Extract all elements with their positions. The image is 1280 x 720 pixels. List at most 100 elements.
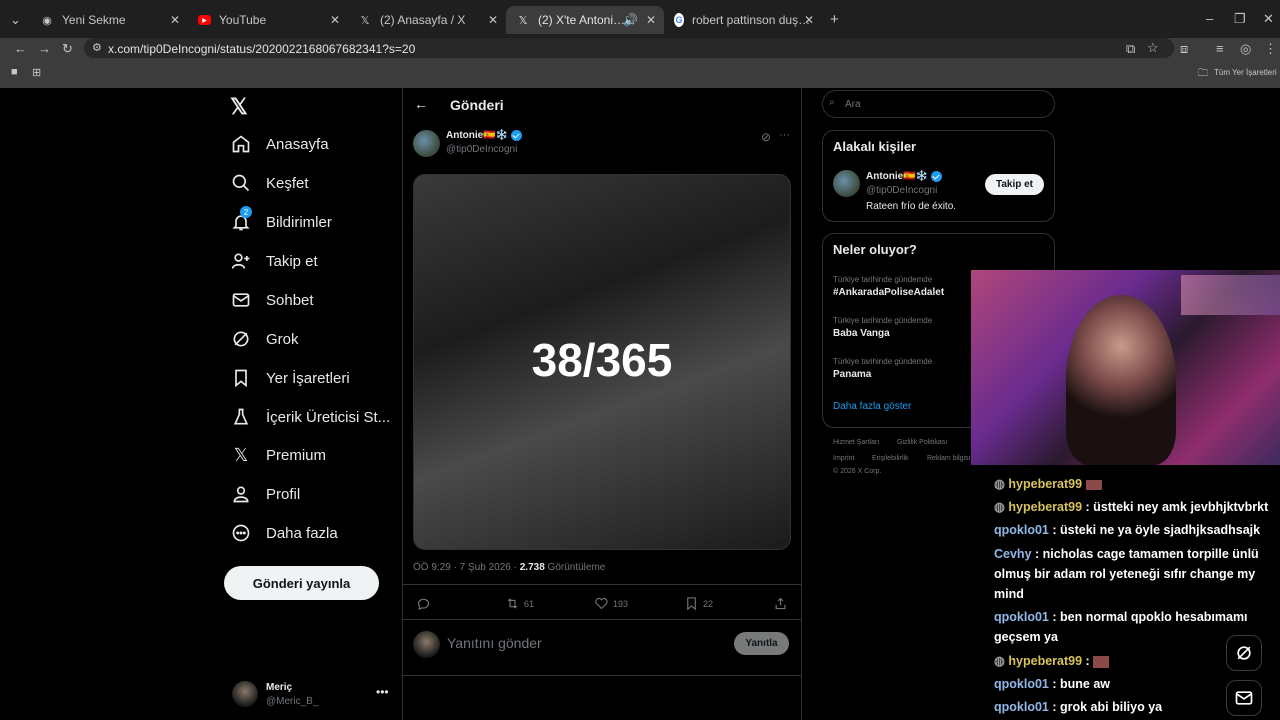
- reply-icon: [417, 598, 430, 611]
- footer-link[interactable]: Imprint: [833, 455, 854, 462]
- grok-explain-icon[interactable]: ⊘: [761, 130, 771, 144]
- messages-floating-button[interactable]: [1226, 680, 1262, 716]
- apps-grid-icon[interactable]: ⊞: [32, 66, 41, 79]
- post-more-icon[interactable]: ···: [779, 129, 790, 141]
- nav-chat[interactable]: Sohbet: [230, 285, 314, 315]
- nav-label: Yer İşaretleri: [266, 369, 350, 387]
- install-app-icon[interactable]: ⧉: [1126, 41, 1135, 57]
- related-avatar[interactable]: [833, 170, 860, 197]
- nav-follow[interactable]: Takip et: [230, 246, 318, 276]
- streamer-figure: [1066, 295, 1176, 465]
- x-logo-icon[interactable]: 𝕏: [230, 94, 248, 120]
- background-shelf: [1181, 275, 1280, 315]
- nav-notifications[interactable]: 2 Bildirimler: [230, 206, 332, 237]
- author-avatar[interactable]: [413, 130, 440, 157]
- extensions-icon[interactable]: ⧈: [1180, 41, 1188, 57]
- forward-icon[interactable]: →: [38, 41, 51, 56]
- all-bookmarks-button[interactable]: Tüm Yer İşaretleri: [1214, 68, 1277, 77]
- bookmark-action[interactable]: 22: [684, 596, 713, 611]
- post-time[interactable]: ÖÖ 9:29 · 7 Şub 2026 ·: [413, 562, 517, 573]
- grok-icon: [1237, 646, 1251, 660]
- nav-premium[interactable]: 𝕏 Premium: [230, 440, 326, 470]
- back-arrow-icon[interactable]: ←: [414, 96, 428, 112]
- nav-grok[interactable]: Grok: [230, 324, 299, 354]
- nav-label: Anasayfa: [266, 135, 329, 153]
- share-action[interactable]: [773, 596, 792, 611]
- chat-badge-icon: ◍: [994, 500, 1005, 514]
- mail-icon: [1235, 691, 1253, 705]
- url-text[interactable]: x.com/tip0DeIncogni/status/2020022168067…: [108, 42, 415, 56]
- x-logo-icon: 𝕏: [233, 444, 249, 465]
- maximize-icon[interactable]: ❐: [1234, 11, 1246, 27]
- x-logo-icon: 𝕏: [518, 14, 528, 27]
- profile-icon[interactable]: ◎: [1240, 41, 1251, 57]
- account-switcher[interactable]: [232, 681, 258, 707]
- tab-search-chevron-icon[interactable]: ⌄: [10, 12, 21, 28]
- speaker-icon[interactable]: 🔊: [623, 13, 638, 27]
- bookmark-star-icon[interactable]: ☆: [1147, 40, 1159, 56]
- close-tab-icon[interactable]: ✕: [488, 13, 498, 27]
- footer-link[interactable]: Hizmet Şartları: [833, 439, 879, 446]
- minimize-icon[interactable]: –: [1206, 11, 1213, 26]
- reload-icon[interactable]: ↻: [62, 41, 73, 57]
- sidebar-toggle-icon[interactable]: ■: [11, 66, 18, 78]
- tab-yeni-sekme[interactable]: ◉ Yeni Sekme ✕: [30, 6, 188, 34]
- post-video[interactable]: 38/365: [413, 174, 791, 550]
- nav-profile[interactable]: Profil: [230, 479, 300, 509]
- related-name-row[interactable]: Antonie🇪🇸❄️: [866, 171, 943, 182]
- author-handle[interactable]: @tip0DeIncogni: [446, 144, 517, 155]
- author-name-row[interactable]: Antonie🇪🇸❄️: [446, 130, 523, 141]
- nav-bookmarks[interactable]: Yer İşaretleri: [230, 363, 350, 393]
- chat-username: qpoklo01: [994, 523, 1049, 537]
- share-icon: [775, 597, 786, 610]
- account-menu-icon[interactable]: •••: [376, 685, 389, 699]
- trend-item[interactable]: Baba Vanga: [833, 328, 890, 339]
- new-tab-icon[interactable]: +: [830, 11, 839, 28]
- tab-youtube[interactable]: ▶ YouTube ✕: [188, 6, 348, 34]
- tab-google-search[interactable]: G robert pattinson duş almıyor - G ✕: [664, 6, 822, 34]
- tab-x-home[interactable]: 𝕏 (2) Anasayfa / X ✕: [348, 6, 506, 34]
- reply-action[interactable]: [416, 596, 435, 611]
- like-action[interactable]: 193: [594, 596, 628, 611]
- grok-floating-button[interactable]: [1226, 635, 1262, 671]
- close-tab-icon[interactable]: ✕: [330, 13, 340, 27]
- chat-username: qpoklo01: [994, 700, 1049, 714]
- nav-explore[interactable]: Keşfet: [230, 168, 309, 198]
- footer-link[interactable]: Gizlilik Politikası: [897, 439, 947, 446]
- trend-item[interactable]: #AnkaradaPoliseAdalet: [833, 287, 944, 298]
- nav-label: Takip et: [266, 252, 318, 270]
- media-control-icon[interactable]: ≡: [1216, 41, 1224, 56]
- close-tab-icon[interactable]: ✕: [804, 13, 814, 27]
- chat-username: qpoklo01: [994, 610, 1049, 624]
- footer-link[interactable]: Reklam bilgisi: [927, 455, 970, 462]
- close-window-icon[interactable]: ✕: [1263, 11, 1274, 27]
- avatar: [833, 170, 860, 197]
- nav-creator-studio[interactable]: İçerik Üreticisi St...: [230, 402, 390, 432]
- trend-item[interactable]: Panama: [833, 369, 871, 380]
- follow-button[interactable]: Takip et: [985, 174, 1044, 195]
- show-more-link[interactable]: Daha fazla göster: [833, 401, 911, 412]
- nav-label: Daha fazla: [266, 524, 338, 542]
- retweet-icon: [507, 598, 518, 609]
- close-tab-icon[interactable]: ✕: [170, 13, 180, 27]
- views-count: 2.738: [519, 562, 545, 573]
- nav-more[interactable]: Daha fazla: [230, 518, 338, 548]
- site-info-icon[interactable]: ⚙: [92, 41, 102, 54]
- bell-icon: 2: [230, 206, 252, 233]
- page-title: Gönderi: [450, 97, 504, 113]
- chat-username: qpoklo01: [994, 677, 1049, 691]
- footer-link[interactable]: Erişilebilirlik: [872, 455, 909, 462]
- post-button[interactable]: Gönderi yayınla: [224, 566, 379, 600]
- close-tab-icon[interactable]: ✕: [646, 13, 656, 27]
- search-icon: ⌕: [829, 97, 835, 108]
- divider: [403, 675, 801, 676]
- search-input[interactable]: Ara: [822, 90, 1055, 118]
- back-icon[interactable]: ←: [14, 41, 27, 56]
- tab-x-post[interactable]: 𝕏 (2) X'te Antoniexs❄️: "https: 🔊 ✕: [506, 6, 664, 34]
- menu-dots-icon[interactable]: ⋮: [1264, 41, 1277, 57]
- nav-home[interactable]: Anasayfa: [230, 129, 329, 159]
- retweet-action[interactable]: 61: [505, 596, 534, 611]
- bookmark-icon: [687, 597, 696, 611]
- reply-input[interactable]: Yanıtını gönder: [447, 635, 542, 651]
- reply-button[interactable]: Yanıtla: [734, 632, 789, 655]
